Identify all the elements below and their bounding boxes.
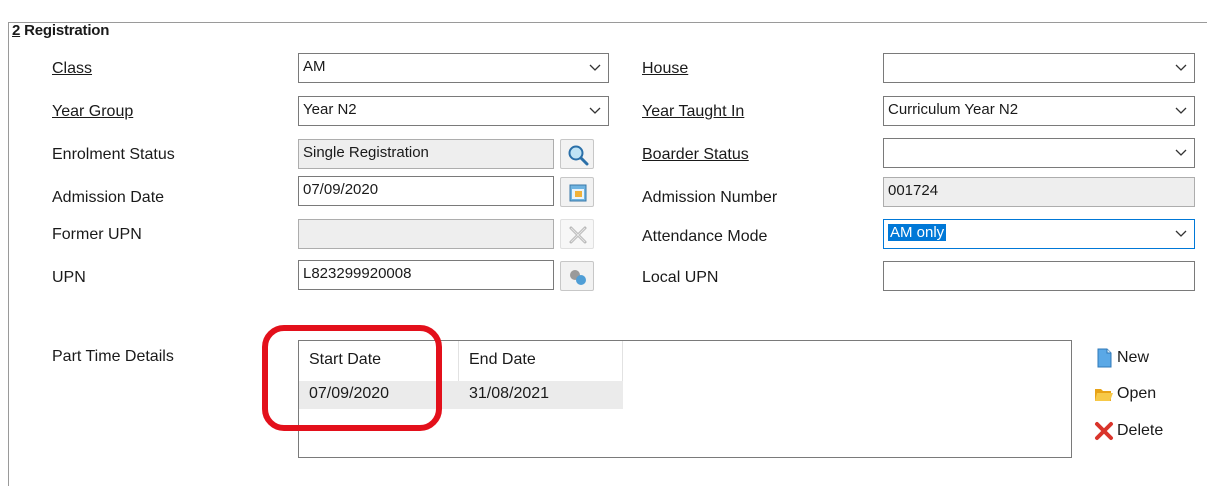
attendance-mode-label: Attendance Mode [642, 228, 768, 245]
enrolment-status-label: Enrolment Status [52, 146, 175, 163]
former-upn-clear-button[interactable] [560, 219, 594, 249]
clear-x-icon [569, 226, 587, 244]
attendance-mode-select[interactable]: AM only [883, 219, 1195, 249]
part-time-details-label: Part Time Details [52, 348, 174, 365]
magnifier-icon [568, 145, 589, 166]
local-upn-field[interactable] [883, 261, 1195, 291]
admission-date-label: Admission Date [52, 189, 165, 206]
delete-x-icon [1095, 422, 1113, 440]
admission-number-field: 001724 [883, 177, 1195, 207]
column-header-end-date[interactable]: End Date [459, 341, 623, 381]
admission-date-picker-button[interactable] [560, 177, 594, 207]
upn-label: UPN [52, 269, 86, 286]
former-upn-field [298, 219, 554, 249]
part-time-grid[interactable]: Start Date End Date 07/09/2020 31/08/202… [298, 340, 1072, 458]
open-button[interactable]: Open [1094, 382, 1156, 406]
year-taught-in-value: Curriculum Year N2 [888, 101, 1019, 118]
former-upn-label: Former UPN [52, 226, 142, 243]
class-label[interactable]: Class [52, 60, 92, 78]
boarder-status-label[interactable]: Boarder Status [642, 146, 749, 164]
new-button[interactable]: New [1094, 346, 1149, 370]
chevron-down-icon [589, 107, 601, 114]
new-label: New [1117, 349, 1150, 366]
delete-button[interactable]: Delete [1094, 419, 1163, 443]
local-upn-label: Local UPN [642, 269, 719, 286]
upn-generate-button[interactable] [560, 261, 594, 291]
class-select[interactable]: AM [298, 53, 609, 83]
enrolment-status-field: Single Registration [298, 139, 554, 169]
open-folder-icon [1095, 389, 1113, 401]
generate-upn-icon [570, 270, 586, 285]
house-label[interactable]: House [642, 60, 688, 78]
new-document-icon [1097, 348, 1112, 368]
year-taught-in-label[interactable]: Year Taught In [642, 103, 744, 121]
class-value: AM [303, 58, 326, 75]
admission-number-value: 001724 [888, 182, 939, 199]
chevron-down-icon [1175, 107, 1187, 114]
chevron-down-icon [589, 64, 601, 71]
upn-field[interactable]: L823299920008 [298, 260, 554, 290]
calendar-icon [569, 184, 587, 202]
end-date-cell[interactable]: 31/08/2021 [459, 381, 623, 409]
start-date-cell[interactable]: 07/09/2020 [299, 381, 459, 409]
chevron-down-icon [1175, 64, 1187, 71]
admission-date-value: 07/09/2020 [303, 181, 379, 198]
chevron-down-icon [1175, 230, 1187, 237]
attendance-mode-value: AM only [888, 224, 947, 241]
year-group-value: Year N2 [303, 101, 357, 118]
upn-value: L823299920008 [303, 265, 412, 282]
section-title: 2 Registration [12, 22, 109, 39]
admission-number-label: Admission Number [642, 189, 778, 206]
year-group-label[interactable]: Year Group [52, 103, 133, 121]
delete-label: Delete [1117, 422, 1164, 439]
year-group-select[interactable]: Year N2 [298, 96, 609, 126]
chevron-down-icon [1175, 149, 1187, 156]
boarder-status-select[interactable] [883, 138, 1195, 168]
house-select[interactable] [883, 53, 1195, 83]
enrolment-status-value: Single Registration [303, 144, 429, 161]
section-number: 2 [12, 22, 21, 39]
admission-date-field[interactable]: 07/09/2020 [298, 176, 554, 206]
section-title-text: Registration [24, 22, 110, 39]
year-taught-in-select[interactable]: Curriculum Year N2 [883, 96, 1195, 126]
open-label: Open [1117, 385, 1157, 402]
column-header-start-date[interactable]: Start Date [299, 341, 459, 381]
enrolment-lookup-button[interactable] [560, 139, 594, 169]
